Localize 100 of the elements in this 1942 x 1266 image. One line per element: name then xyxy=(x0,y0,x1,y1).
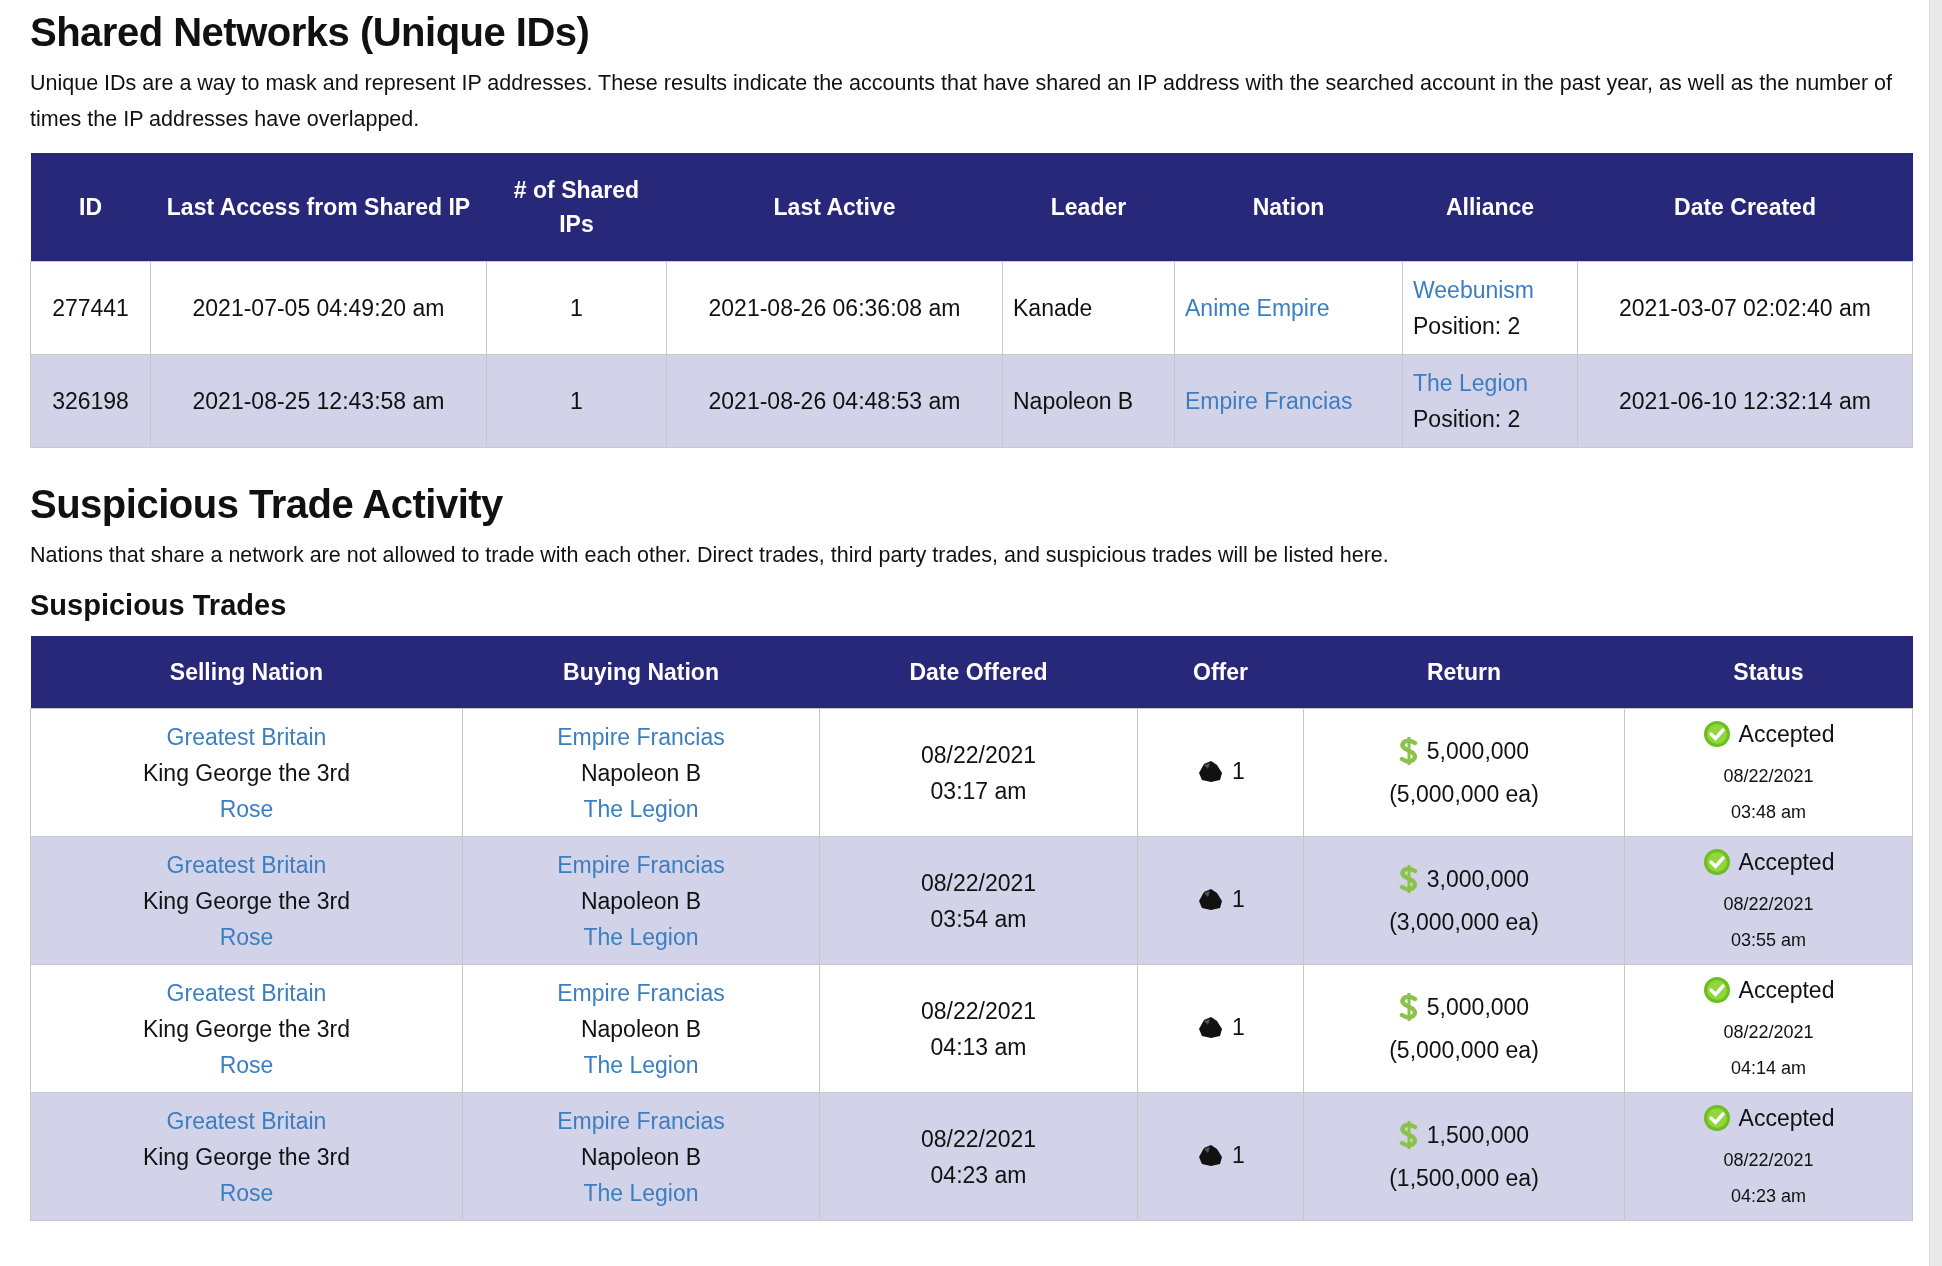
leader-text: King George the 3rd xyxy=(141,1142,352,1172)
column-header: Date Offered xyxy=(819,635,1138,709)
description-text: Unique IDs are a way to mask and represent IP addresses. These results indicate the accounts that have shared an IP address with the searched account in the past year, as well as the number of times the IP addresses have overlapped. xyxy=(30,70,1893,133)
leader-cell: Kanade xyxy=(1002,261,1175,354)
leader-text: Napoleon B xyxy=(579,886,703,916)
status-date: 08/22/2021 xyxy=(1722,1148,1815,1172)
alliance-link[interactable]: The Legion xyxy=(1413,364,1567,401)
return-each-text: (3,000,000 ea) xyxy=(1388,908,1540,937)
leader-text: King George the 3rd xyxy=(141,758,352,788)
table-cell: 2021-06-10 12:32:14 am xyxy=(1577,354,1913,447)
leader-text: Napoleon B xyxy=(579,758,703,788)
alliance-link[interactable]: The Legion xyxy=(473,1046,809,1083)
return-each-text: (5,000,000 ea) xyxy=(1388,780,1540,809)
offer-amount: 1 xyxy=(1232,884,1245,914)
table-cell: 2021-08-25 12:43:58 am xyxy=(150,354,487,447)
nation-link[interactable]: Empire Francias xyxy=(473,846,809,883)
column-header: Alliance xyxy=(1402,153,1578,261)
alliance-link[interactable]: The Legion xyxy=(473,790,809,827)
table-cell: 1 xyxy=(486,261,667,354)
alliance-link[interactable]: Rose xyxy=(41,1046,452,1083)
return-each-text: (1,500,000 ea) xyxy=(1388,1164,1540,1193)
rock-icon xyxy=(1196,1142,1225,1167)
description-text: Nations that share a network are not allowed to trade with each other. Direct trades, third party trades, and suspicious trades will be listed here. xyxy=(30,541,1390,569)
offer-amount: 1 xyxy=(1232,1140,1245,1170)
nation-link[interactable]: Greatest Britain xyxy=(41,846,452,883)
offer-amount: 1 xyxy=(1232,756,1245,786)
return-each-text: (5,000,000 ea) xyxy=(1388,1036,1540,1065)
status-time: 03:55 am xyxy=(1729,928,1808,952)
status-date: 08/22/2021 xyxy=(1722,764,1815,788)
time-text: 03:17 am xyxy=(929,776,1028,806)
date-text: 08/22/2021 xyxy=(919,868,1038,898)
table-cell: 2021-03-07 02:02:40 am xyxy=(1577,261,1913,354)
dollar-icon xyxy=(1398,1120,1419,1150)
column-header: Return xyxy=(1303,635,1625,709)
date-text: 08/22/2021 xyxy=(919,1124,1038,1154)
id-cell: 326198 xyxy=(30,354,151,447)
nation-link[interactable]: Empire Francias xyxy=(473,1102,809,1139)
dollar-icon xyxy=(1398,736,1419,766)
column-header: Date Created xyxy=(1577,153,1913,261)
return-amount: 3,000,000 xyxy=(1426,865,1530,894)
return-amount: 5,000,000 xyxy=(1426,737,1530,766)
check-icon xyxy=(1702,1103,1731,1132)
column-header: Selling Nation xyxy=(30,635,463,709)
section-title: Suspicious Trade Activity xyxy=(30,481,504,527)
status-time: 04:23 am xyxy=(1729,1184,1808,1208)
date-text: 08/22/2021 xyxy=(919,740,1038,770)
alliance-link[interactable]: Rose xyxy=(41,918,452,955)
dollar-icon xyxy=(1398,992,1419,1022)
position-text: Position: 2 xyxy=(1413,311,1522,341)
offer-amount: 1 xyxy=(1232,1012,1245,1042)
table-cell: 2021-08-26 04:48:53 am xyxy=(666,354,1003,447)
column-header: Nation xyxy=(1174,153,1403,261)
status-text: Accepted xyxy=(1738,975,1835,1005)
alliance-link[interactable]: The Legion xyxy=(473,1174,809,1211)
column-header: ID xyxy=(30,153,151,261)
column-header: Status xyxy=(1624,635,1913,709)
rock-icon xyxy=(1196,886,1225,911)
check-icon xyxy=(1702,847,1731,876)
nation-link[interactable]: Greatest Britain xyxy=(41,718,452,755)
id-cell: 277441 xyxy=(30,261,151,354)
column-header: # of Shared IPs xyxy=(486,153,667,261)
table-cell: 2021-08-26 06:36:08 am xyxy=(666,261,1003,354)
status-text: Accepted xyxy=(1738,847,1835,877)
date-text: 08/22/2021 xyxy=(919,996,1038,1026)
nation-link[interactable]: Greatest Britain xyxy=(41,1102,452,1139)
status-time: 03:48 am xyxy=(1729,800,1808,824)
column-header: Last Active xyxy=(666,153,1003,261)
return-amount: 1,500,000 xyxy=(1426,1121,1530,1150)
rock-icon xyxy=(1196,1014,1225,1039)
status-date: 08/22/2021 xyxy=(1722,1020,1815,1044)
table-cell: 2021-07-05 04:49:20 am xyxy=(150,261,487,354)
nation-link[interactable]: Empire Francias xyxy=(473,718,809,755)
status-time: 04:14 am xyxy=(1729,1056,1808,1080)
column-header: Last Access from Shared IP xyxy=(150,153,487,261)
nation-link[interactable]: Empire Francias xyxy=(473,974,809,1011)
leader-text: King George the 3rd xyxy=(141,1014,352,1044)
column-header: Offer xyxy=(1137,635,1304,709)
nation-link[interactable]: Greatest Britain xyxy=(41,974,452,1011)
table-cell: 1 xyxy=(486,354,667,447)
rock-icon xyxy=(1196,758,1225,783)
leader-text: King George the 3rd xyxy=(141,886,352,916)
check-icon xyxy=(1702,719,1731,748)
dollar-icon xyxy=(1398,864,1419,894)
column-header: Leader xyxy=(1002,153,1175,261)
status-text: Accepted xyxy=(1738,719,1835,749)
time-text: 03:54 am xyxy=(929,904,1028,934)
leader-text: Napoleon B xyxy=(579,1142,703,1172)
time-text: 04:13 am xyxy=(929,1032,1028,1062)
alliance-link[interactable]: Rose xyxy=(41,1174,452,1211)
alliance-link[interactable]: Weebunism xyxy=(1413,271,1567,308)
leader-text: Napoleon B xyxy=(579,1014,703,1044)
alliance-link[interactable]: The Legion xyxy=(473,918,809,955)
column-header: Buying Nation xyxy=(462,635,820,709)
status-text: Accepted xyxy=(1738,1103,1835,1133)
return-amount: 5,000,000 xyxy=(1426,993,1530,1022)
leader-cell: Napoleon B xyxy=(1002,354,1175,447)
time-text: 04:23 am xyxy=(929,1160,1028,1190)
alliance-link[interactable]: Rose xyxy=(41,790,452,827)
position-text: Position: 2 xyxy=(1413,404,1522,434)
status-date: 08/22/2021 xyxy=(1722,892,1815,916)
